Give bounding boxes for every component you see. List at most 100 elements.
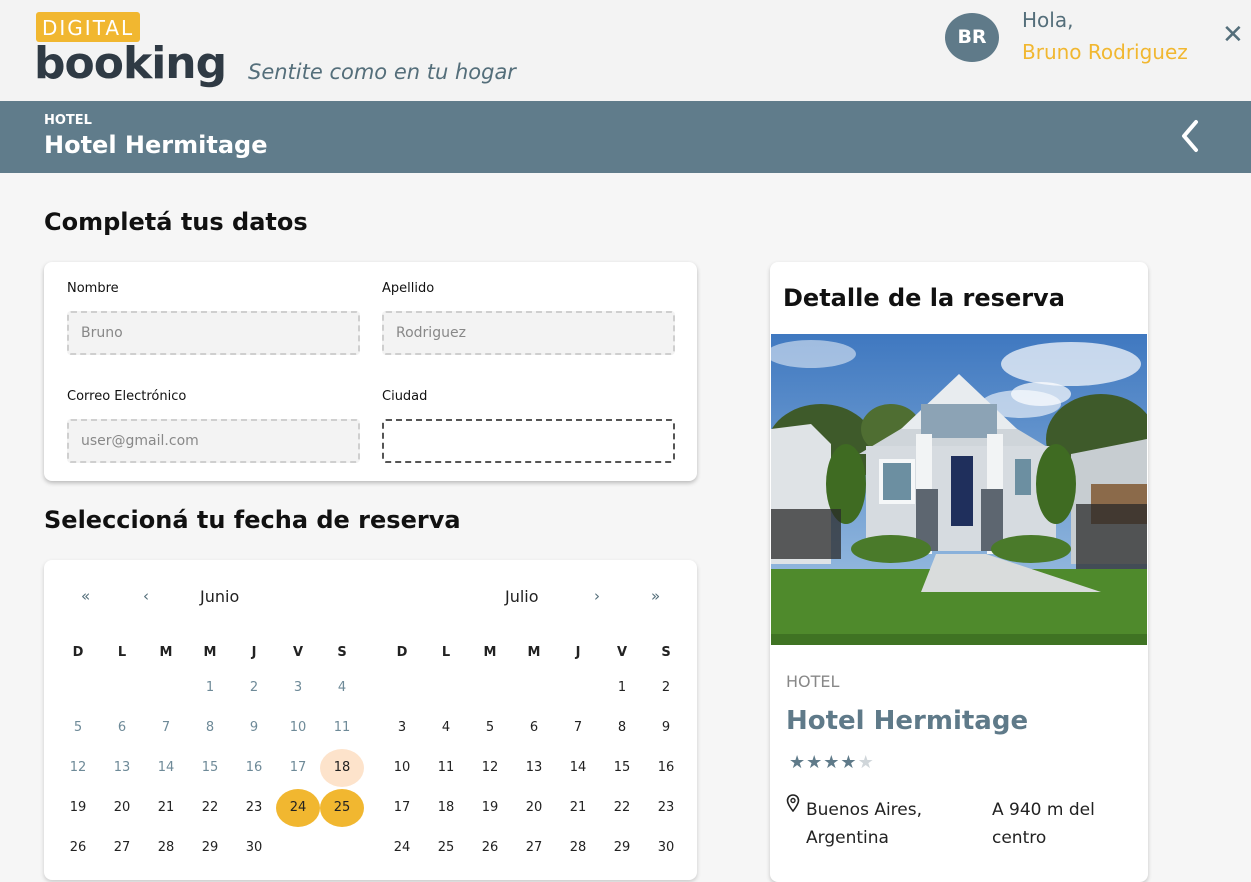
next-year-button[interactable]: » bbox=[651, 587, 660, 605]
calendar-day[interactable]: 24 bbox=[380, 829, 424, 867]
weekday-header: D bbox=[396, 645, 408, 660]
calendar-day[interactable]: 6 bbox=[100, 709, 144, 747]
calendar-day[interactable]: 9 bbox=[644, 709, 688, 747]
calendar-day[interactable]: 10 bbox=[380, 749, 424, 787]
weekday-header: M bbox=[527, 645, 541, 660]
ciudad-label: Ciudad bbox=[382, 389, 428, 404]
calendar-day[interactable]: 30 bbox=[232, 829, 276, 867]
calendar-day[interactable]: 23 bbox=[232, 789, 276, 827]
calendar-day[interactable]: 20 bbox=[100, 789, 144, 827]
calendar-day[interactable]: 30 bbox=[644, 829, 688, 867]
ciudad-field[interactable] bbox=[382, 419, 675, 463]
calendar-day[interactable]: 28 bbox=[144, 829, 188, 867]
calendar-day[interactable]: 3 bbox=[380, 709, 424, 747]
calendar-day[interactable]: 21 bbox=[556, 789, 600, 827]
next-month-button[interactable]: › bbox=[594, 587, 600, 605]
date-range-calendar: « ‹ Junio Julio › » D L M M J V S 1 2 3 4 5 6 7 8 9 10 11… bbox=[44, 560, 697, 880]
calendar-day[interactable]: 4 bbox=[320, 669, 364, 707]
calendar-day[interactable]: 12 bbox=[468, 749, 512, 787]
calendar-day[interactable]: 23 bbox=[644, 789, 688, 827]
calendar-day[interactable]: 17 bbox=[380, 789, 424, 827]
calendar-day[interactable]: 24 bbox=[276, 789, 320, 827]
calendar-day[interactable]: 29 bbox=[188, 829, 232, 867]
calendar-day[interactable]: 20 bbox=[512, 789, 556, 827]
personal-data-form: Nombre Apellido Correo Electrónico Ciuda… bbox=[44, 262, 697, 481]
weekday-header: M bbox=[203, 645, 217, 660]
close-icon[interactable]: ✕ bbox=[1222, 20, 1244, 50]
weekday-header: L bbox=[117, 645, 127, 660]
calendar-day[interactable]: 7 bbox=[144, 709, 188, 747]
calendar-day[interactable]: 14 bbox=[556, 749, 600, 787]
calendar-day[interactable]: 17 bbox=[276, 749, 320, 787]
email-field[interactable] bbox=[67, 419, 360, 463]
hotel-location: Buenos Aires, Argentina bbox=[806, 800, 923, 848]
weekday-header: D bbox=[72, 645, 84, 660]
calendar-day[interactable]: 5 bbox=[468, 709, 512, 747]
calendar-day[interactable]: 14 bbox=[144, 749, 188, 787]
hotel-photo bbox=[771, 334, 1147, 645]
calendar-day[interactable]: 19 bbox=[56, 789, 100, 827]
calendar-day[interactable]: 9 bbox=[232, 709, 276, 747]
weekday-header: L bbox=[441, 645, 451, 660]
calendar-day[interactable]: 26 bbox=[468, 829, 512, 867]
calendar-heading: Seleccioná tu fecha de reserva bbox=[44, 506, 461, 534]
calendar-day[interactable]: 2 bbox=[644, 669, 688, 707]
calendar-day[interactable]: 11 bbox=[424, 749, 468, 787]
calendar-day[interactable]: 27 bbox=[512, 829, 556, 867]
logo[interactable]: DIGITAL booking bbox=[34, 12, 227, 89]
calendar-day[interactable]: 21 bbox=[144, 789, 188, 827]
prev-month-button[interactable]: ‹ bbox=[143, 587, 149, 605]
calendar-day[interactable]: 22 bbox=[188, 789, 232, 827]
hotel-name: Hotel Hermitage bbox=[786, 706, 1029, 736]
calendar-day[interactable]: 15 bbox=[600, 749, 644, 787]
calendar-day[interactable]: 11 bbox=[320, 709, 364, 747]
weekday-header: V bbox=[292, 645, 304, 660]
nombre-field[interactable] bbox=[67, 311, 360, 355]
calendar-day[interactable]: 27 bbox=[100, 829, 144, 867]
avatar[interactable]: BR bbox=[945, 13, 999, 62]
calendar-day[interactable]: 12 bbox=[56, 749, 100, 787]
greeting: Hola, bbox=[1022, 8, 1074, 32]
calendar-day[interactable]: 6 bbox=[512, 709, 556, 747]
calendar-day[interactable]: 29 bbox=[600, 829, 644, 867]
star-icon: ★ bbox=[823, 752, 841, 773]
calendar-day[interactable]: 16 bbox=[644, 749, 688, 787]
calendar-day[interactable]: 8 bbox=[188, 709, 232, 747]
hotel-distance: A 940 m del centro bbox=[992, 800, 1095, 848]
calendar-day[interactable]: 28 bbox=[556, 829, 600, 867]
calendar-day[interactable]: 15 bbox=[188, 749, 232, 787]
top-header: DIGITAL booking Sentite como en tu hogar… bbox=[0, 0, 1251, 101]
calendar-day[interactable]: 25 bbox=[424, 829, 468, 867]
calendar-day[interactable]: 3 bbox=[276, 669, 320, 707]
calendar-day[interactable]: 18 bbox=[424, 789, 468, 827]
calendar-day[interactable]: 13 bbox=[100, 749, 144, 787]
calendar-day[interactable]: 13 bbox=[512, 749, 556, 787]
calendar-day[interactable]: 1 bbox=[600, 669, 644, 707]
calendar-day[interactable]: 8 bbox=[600, 709, 644, 747]
calendar-day[interactable]: 18 bbox=[320, 749, 364, 787]
product-header: HOTEL Hotel Hermitage bbox=[0, 101, 1251, 173]
calendar-day[interactable]: 10 bbox=[276, 709, 320, 747]
calendar-day[interactable]: 4 bbox=[424, 709, 468, 747]
product-title: Hotel Hermitage bbox=[44, 131, 268, 159]
back-arrow-icon[interactable] bbox=[1178, 116, 1202, 156]
prev-year-button[interactable]: « bbox=[81, 587, 90, 605]
calendar-day[interactable]: 25 bbox=[320, 789, 364, 827]
calendar-day[interactable]: 5 bbox=[56, 709, 100, 747]
hotel-category: HOTEL bbox=[786, 672, 840, 691]
apellido-label: Apellido bbox=[382, 281, 435, 296]
star-icon: ★ bbox=[789, 752, 807, 773]
calendar-day[interactable]: 7 bbox=[556, 709, 600, 747]
calendar-day[interactable]: 1 bbox=[188, 669, 232, 707]
apellido-field[interactable] bbox=[382, 311, 675, 355]
calendar-day[interactable]: 16 bbox=[232, 749, 276, 787]
weekday-header: S bbox=[337, 645, 347, 660]
month-title-julio: Julio bbox=[505, 587, 539, 606]
location-pin-icon bbox=[786, 794, 800, 812]
weekday-header: J bbox=[575, 645, 581, 660]
weekday-header: J bbox=[251, 645, 257, 660]
calendar-day[interactable]: 19 bbox=[468, 789, 512, 827]
calendar-day[interactable]: 22 bbox=[600, 789, 644, 827]
calendar-day[interactable]: 2 bbox=[232, 669, 276, 707]
calendar-day[interactable]: 26 bbox=[56, 829, 100, 867]
